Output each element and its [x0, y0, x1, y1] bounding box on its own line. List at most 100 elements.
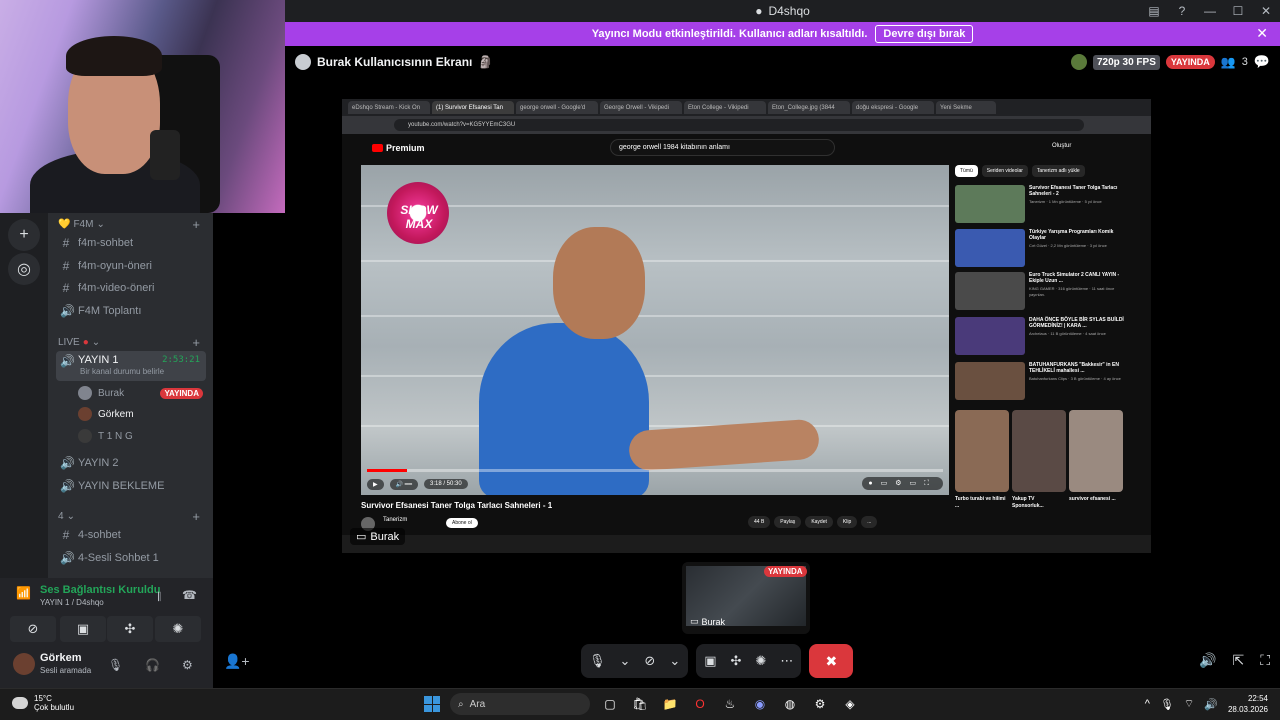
disconnect-icon[interactable]: ☎: [182, 588, 197, 602]
category-4[interactable]: 4 ⌄ +: [58, 509, 208, 524]
channel-yayin-2[interactable]: 🔊 YAYIN 2: [56, 453, 206, 473]
wifi-icon[interactable]: ⌔: [1184, 697, 1194, 711]
url-field[interactable]: youtube.com/watch?v=KG5YYEmC3GU: [394, 119, 1084, 131]
screen-share-icon[interactable]: ▣: [704, 653, 716, 669]
recommended-video[interactable]: Türkiye Yarışma Programları Komik Olayla…: [955, 229, 1145, 269]
chip-all[interactable]: Tümü: [955, 165, 978, 177]
fullscreen-icon[interactable]: ⛶: [1260, 652, 1270, 669]
discord-icon[interactable]: ◉: [750, 694, 770, 714]
category-live[interactable]: LIVE ● ⌄ +: [58, 335, 208, 350]
opera-icon[interactable]: O: [690, 694, 710, 714]
activities-icon[interactable]: ✣: [731, 653, 742, 669]
more-icon[interactable]: ⋯: [780, 653, 793, 669]
clock[interactable]: 22:54 28.03.2026: [1228, 693, 1268, 715]
category-f4m[interactable]: 💛 F4M ⌄ +: [58, 217, 208, 232]
app-icon[interactable]: ◈: [840, 694, 860, 714]
headphones-icon[interactable]: 🎧: [145, 658, 160, 672]
task-view-icon[interactable]: ▢: [600, 694, 620, 714]
save-button[interactable]: Kaydet: [805, 516, 833, 528]
gear-icon[interactable]: ⚙: [810, 694, 830, 714]
webcam-feed[interactable]: [0, 0, 285, 213]
more-button[interactable]: ...: [861, 516, 878, 528]
participant-tile[interactable]: YAYINDA ▭ Burak: [682, 562, 810, 634]
short-title[interactable]: survivor efsanesi ...: [1069, 496, 1123, 503]
short-thumbnail[interactable]: [1012, 410, 1066, 492]
recommended-video[interactable]: DAHA ÖNCE BÖYLE BİR SYLAS BUİLDİ GÖRMEDİ…: [955, 317, 1145, 357]
maximize-button[interactable]: ☐: [1224, 0, 1252, 22]
weather-widget[interactable]: 15°C Çok bulutlu: [12, 694, 74, 712]
steam-icon[interactable]: ♨: [720, 694, 740, 714]
browser-tab[interactable]: George Orwell - Vikipedi: [600, 101, 682, 114]
clip-button[interactable]: Klip: [836, 516, 858, 528]
noise-suppression-icon[interactable]: 𝄃: [158, 590, 161, 605]
short-title[interactable]: Turbo turabi ve hilimi ...: [955, 496, 1009, 510]
folder-icon[interactable]: 📁: [660, 694, 680, 714]
mic-icon[interactable]: 🎙: [108, 658, 123, 672]
volume-icon[interactable]: 🔊: [1199, 652, 1216, 669]
chip-series[interactable]: Seriden videolar: [981, 165, 1028, 177]
chevron-down-icon[interactable]: ⌄: [620, 653, 631, 669]
share-button[interactable]: Paylaş: [774, 516, 802, 528]
leave-call-button[interactable]: ✖: [809, 644, 854, 678]
channel-f4m-oyun-oneri[interactable]: # f4m-oyun-öneri: [56, 256, 206, 276]
channel-f4m-toplanti[interactable]: 🔊 F4M Toplantı: [56, 301, 206, 321]
short-thumbnail[interactable]: [1069, 410, 1123, 492]
store-icon[interactable]: 🛍: [630, 694, 650, 714]
channel-yayin-bekleme[interactable]: 🔊 YAYIN BEKLEME: [56, 476, 206, 496]
channel-yayin-1[interactable]: 🔊 YAYIN 1 2:53:21 Bir kanal durumu belir…: [56, 351, 206, 381]
browser-tab[interactable]: eDshqo Stream - Kick On: [348, 101, 430, 114]
add-channel-icon[interactable]: +: [192, 217, 200, 232]
channel-f4m-video-oneri[interactable]: # f4m-video-öneri: [56, 278, 206, 298]
browser-tab[interactable]: Eton College - Vikipedi: [684, 101, 766, 114]
player-settings-icons[interactable]: ●▭⚙▭⛶: [862, 477, 943, 490]
add-member-icon[interactable]: 👤+: [224, 653, 250, 670]
progress-bar[interactable]: [367, 469, 943, 472]
camera-off-icon[interactable]: ⊘: [644, 653, 655, 669]
mic-icon[interactable]: 🎙: [589, 653, 606, 669]
settings-icon[interactable]: ⚙: [182, 658, 193, 672]
discover-icon[interactable]: ◎: [8, 253, 40, 285]
viewers-icon[interactable]: 👥: [1221, 55, 1236, 69]
minimize-button[interactable]: —: [1196, 0, 1224, 22]
chip-uploads[interactable]: Tanerizm adlı yükle: [1031, 165, 1085, 177]
add-channel-icon[interactable]: +: [192, 509, 200, 524]
channel-4-sesli-sohbet-1[interactable]: 🔊 4-Sesli Sohbet 1: [56, 548, 206, 568]
browser-tab[interactable]: Yeni Sekme: [936, 101, 996, 114]
start-icon[interactable]: [424, 696, 440, 712]
subscribe-button[interactable]: Abone ol: [446, 518, 478, 528]
app-icon[interactable]: ◍: [780, 694, 800, 714]
camera-off-icon[interactable]: ⊘: [10, 616, 56, 642]
like-button[interactable]: 44 B: [748, 516, 771, 528]
inbox-icon[interactable]: ▤: [1140, 0, 1168, 22]
youtube-search-input[interactable]: george orwell 1984 kitabının anlamı: [610, 139, 835, 156]
disable-streamer-mode-button[interactable]: Devre dışı bırak: [875, 25, 974, 43]
browser-tab[interactable]: (1) Survivor Efsanesi Tan: [432, 101, 514, 114]
soundboard-icon[interactable]: ✺: [155, 616, 201, 642]
close-icon[interactable]: ✕: [1256, 25, 1268, 42]
recommended-video[interactable]: Euro Truck Simulator 2 CANLI YAYIN - Eki…: [955, 272, 1145, 312]
recommended-video[interactable]: BATUHANFURKANS "Bakkesir" in EN TEHLİKEL…: [955, 362, 1145, 402]
browser-tab[interactable]: doğu ekspresi - Google: [852, 101, 934, 114]
member-ting[interactable]: T 1 N G: [78, 427, 203, 445]
channel-4-sohbet[interactable]: #4-sohbet: [56, 525, 206, 545]
activities-icon[interactable]: ✣: [107, 616, 153, 642]
close-button[interactable]: ✕: [1252, 0, 1280, 22]
short-title[interactable]: Yakup TV Sponsorluk...: [1012, 496, 1066, 510]
soundboard-icon[interactable]: ✺: [755, 653, 766, 669]
recommended-video[interactable]: Survivor Efsanesi Taner Tolga Tarlacı Sa…: [955, 185, 1145, 225]
help-icon[interactable]: ?: [1168, 0, 1196, 22]
mic-icon[interactable]: 🎙: [1160, 698, 1174, 711]
browser-tab[interactable]: george orwell - Google'd: [516, 101, 598, 114]
popout-icon[interactable]: ⇱: [1232, 652, 1244, 669]
user-name[interactable]: Görkem: [40, 652, 82, 664]
create-button[interactable]: Oluştur: [1052, 143, 1071, 149]
video-player[interactable]: SHOW MAX ▶ 🔊 ━━ 3:18 / 50:30 ●▭⚙▭⛶: [361, 165, 949, 495]
chat-icon[interactable]: 💬: [1254, 54, 1270, 70]
taskbar-search[interactable]: ⌕ Ara: [450, 693, 590, 715]
avatar[interactable]: [13, 653, 35, 675]
browser-tab[interactable]: Eton_College.jpg (3844: [768, 101, 850, 114]
short-thumbnail[interactable]: [955, 410, 1009, 492]
voice-channel[interactable]: YAYIN 1 / D4shqo: [40, 598, 104, 607]
add-server-icon[interactable]: +: [8, 219, 40, 251]
chevron-down-icon[interactable]: ⌄: [669, 653, 680, 669]
